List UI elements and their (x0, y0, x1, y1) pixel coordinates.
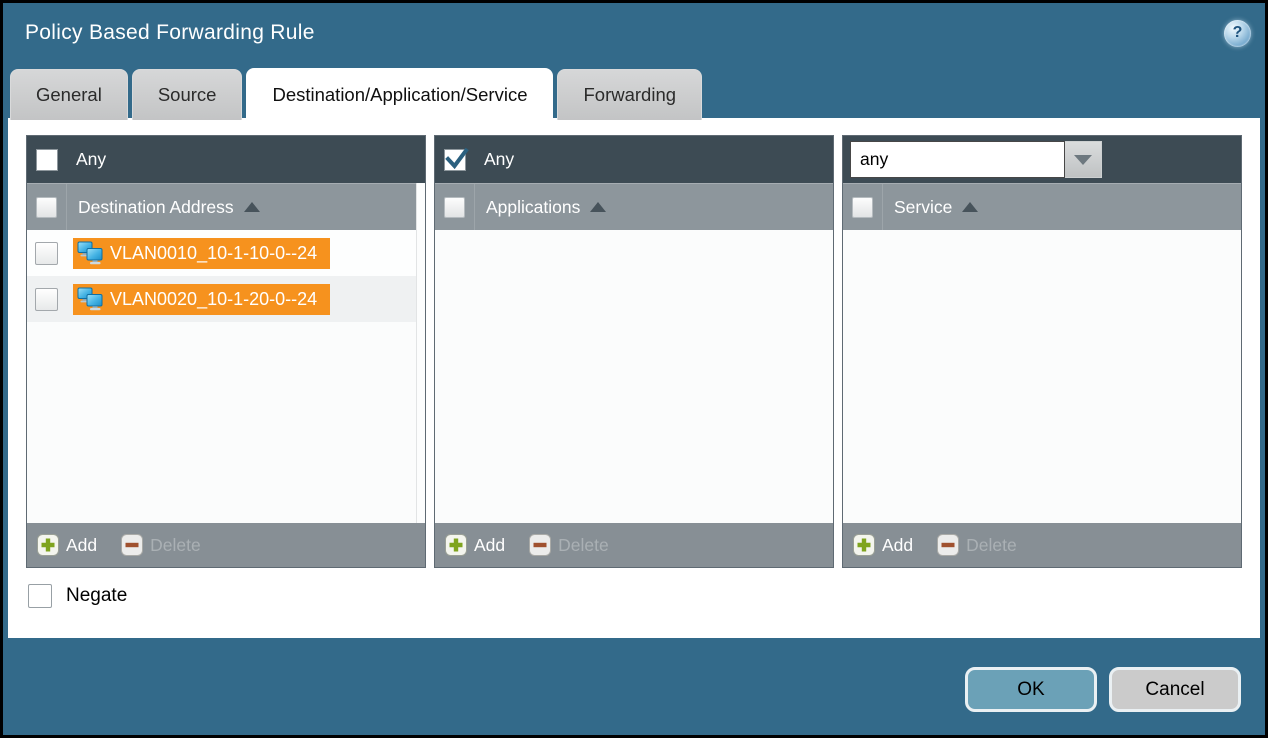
network-address-icon (77, 241, 103, 266)
negate-label: Negate (66, 585, 127, 607)
plus-icon (445, 534, 467, 556)
tab-bar: General Source Destination/Application/S… (10, 68, 702, 120)
service-column-title: Service (894, 197, 952, 218)
tab-forwarding-label: Forwarding (583, 84, 676, 106)
negate-row: Negate (28, 584, 127, 608)
tab-source-label: Source (158, 84, 217, 106)
destination-row2-checkbox[interactable] (35, 288, 58, 311)
applications-footer: Add Delete (435, 523, 833, 567)
applications-column-header: Applications (435, 183, 833, 230)
minus-icon (121, 534, 143, 556)
destination-delete-label: Delete (150, 535, 201, 556)
applications-select-all-checkbox[interactable] (444, 197, 465, 218)
service-column-header-label[interactable]: Service (894, 197, 978, 218)
service-panel: any Service (842, 135, 1242, 568)
sort-ascending-icon (590, 202, 606, 212)
tab-general[interactable]: General (10, 69, 128, 120)
checkmark-icon (444, 146, 470, 172)
tab-source[interactable]: Source (132, 69, 243, 120)
service-select-all-checkbox[interactable] (852, 197, 873, 218)
service-delete-label: Delete (966, 535, 1017, 556)
service-dropdown-button[interactable] (1065, 141, 1102, 178)
destination-footer: Add Delete (27, 523, 425, 567)
destination-any-label: Any (76, 149, 106, 170)
tab-destination-application-service[interactable]: Destination/Application/Service (246, 68, 553, 120)
help-icon[interactable]: ? (1224, 20, 1251, 47)
service-delete-button[interactable]: Delete (937, 534, 1017, 556)
destination-scrollbar-track[interactable] (416, 183, 425, 523)
applications-delete-label: Delete (558, 535, 609, 556)
service-list (843, 230, 1241, 523)
destination-row1-text: VLAN0010_10-1-10-0--24 (110, 243, 317, 264)
destination-any-header: Any (27, 136, 425, 183)
service-dropdown-header: any (843, 136, 1241, 183)
pbf-rule-dialog: Policy Based Forwarding Rule ? General S… (0, 0, 1268, 738)
destination-list-item[interactable]: VLAN0010_10-1-10-0--24 (27, 230, 425, 276)
service-footer: Add Delete (843, 523, 1241, 567)
destination-row1-chip[interactable]: VLAN0010_10-1-10-0--24 (73, 238, 330, 269)
destination-delete-button[interactable]: Delete (121, 534, 201, 556)
tab-destination-application-service-label: Destination/Application/Service (272, 84, 527, 106)
ok-button[interactable]: OK (965, 667, 1097, 712)
destination-row2-chip[interactable]: VLAN0020_10-1-20-0--24 (73, 284, 330, 315)
tab-general-label: General (36, 84, 102, 106)
applications-delete-button[interactable]: Delete (529, 534, 609, 556)
negate-checkbox[interactable] (28, 584, 52, 608)
applications-column-title: Applications (486, 197, 580, 218)
dialog-titlebar: Policy Based Forwarding Rule ? (25, 16, 1251, 50)
service-column-header: Service (843, 183, 1241, 230)
service-add-button[interactable]: Add (853, 534, 913, 556)
panels-row: Any Destination Address (26, 135, 1242, 568)
chevron-down-icon (1074, 155, 1092, 165)
destination-column-title: Destination Address (78, 197, 234, 218)
destination-add-button[interactable]: Add (37, 534, 97, 556)
applications-list (435, 230, 833, 523)
destination-address-list: VLAN0010_10-1-10-0--24 (27, 230, 425, 523)
cancel-button[interactable]: Cancel (1109, 667, 1241, 712)
plus-icon (853, 534, 875, 556)
destination-address-panel: Any Destination Address (26, 135, 426, 568)
minus-icon (529, 534, 551, 556)
destination-any-checkbox[interactable] (36, 149, 58, 171)
sort-ascending-icon (962, 202, 978, 212)
service-dropdown-input[interactable]: any (850, 141, 1065, 178)
service-add-label: Add (882, 535, 913, 556)
help-glyph: ? (1233, 24, 1243, 42)
dialog-title: Policy Based Forwarding Rule (25, 21, 315, 45)
applications-panel: Any Applications (434, 135, 834, 568)
dialog-buttons: OK Cancel (965, 667, 1241, 712)
applications-column-header-label[interactable]: Applications (486, 197, 606, 218)
destination-select-all-checkbox[interactable] (36, 197, 57, 218)
destination-column-header-label[interactable]: Destination Address (78, 197, 260, 218)
destination-row1-checkbox[interactable] (35, 242, 58, 265)
network-address-icon (77, 287, 103, 312)
sort-ascending-icon (244, 202, 260, 212)
plus-icon (37, 534, 59, 556)
applications-any-label: Any (484, 149, 514, 170)
destination-column-header: Destination Address (27, 183, 425, 230)
destination-add-label: Add (66, 535, 97, 556)
applications-any-header: Any (435, 136, 833, 183)
tab-content: Any Destination Address (8, 118, 1260, 638)
destination-list-item[interactable]: VLAN0020_10-1-20-0--24 (27, 276, 425, 322)
destination-row2-text: VLAN0020_10-1-20-0--24 (110, 289, 317, 310)
minus-icon (937, 534, 959, 556)
service-dropdown-value: any (860, 149, 888, 170)
applications-add-button[interactable]: Add (445, 534, 505, 556)
applications-add-label: Add (474, 535, 505, 556)
applications-any-checkbox[interactable] (444, 149, 466, 171)
tab-forwarding[interactable]: Forwarding (557, 69, 702, 120)
